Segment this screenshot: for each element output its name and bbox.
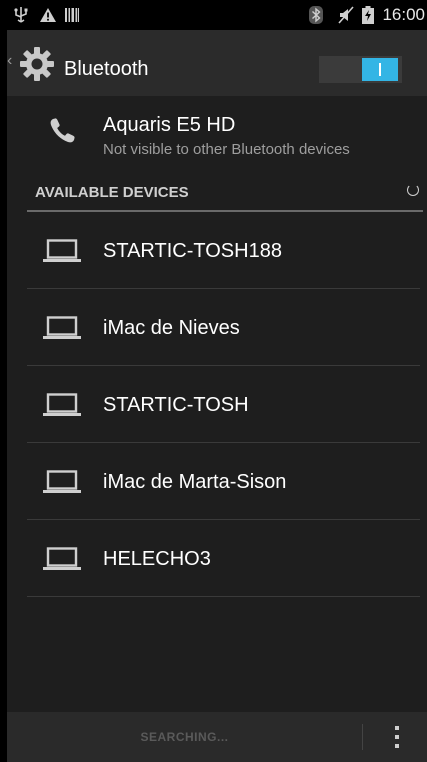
- barcode-icon: [65, 0, 79, 30]
- clock: 16:00: [382, 5, 425, 24]
- device-name: STARTIC-TOSH: [103, 394, 249, 416]
- searching-button[interactable]: SEARCHING...: [7, 712, 362, 762]
- phone-screen: 16:00 ‹ Bluetooth Aquaris E5 HD Not visi…: [0, 0, 427, 762]
- available-devices-header: AVAILABLE DEVICES: [27, 178, 423, 212]
- back-chevron-icon[interactable]: ‹: [7, 52, 12, 70]
- laptop-icon: [43, 547, 81, 570]
- device-list: STARTIC-TOSH188 iMac de Nieves STARTIC-T…: [7, 212, 427, 597]
- bluetooth-icon: [309, 0, 323, 30]
- action-bar: ‹ Bluetooth: [7, 30, 427, 96]
- laptop-icon: [43, 393, 81, 416]
- section-label: AVAILABLE DEVICES: [35, 184, 189, 201]
- warning-icon: [39, 0, 57, 30]
- battery-charging-icon: [362, 0, 374, 30]
- divider: [362, 724, 363, 750]
- status-bar: 16:00: [7, 0, 427, 30]
- phone-icon: [50, 118, 75, 143]
- device-name: iMac de Nieves: [103, 317, 240, 339]
- toggle-knob: [362, 58, 398, 81]
- device-name: STARTIC-TOSH188: [103, 240, 282, 262]
- settings-window: 16:00 ‹ Bluetooth Aquaris E5 HD Not visi…: [7, 0, 427, 762]
- device-row[interactable]: iMac de Nieves: [7, 289, 427, 366]
- usb-icon: [13, 0, 29, 30]
- own-device-visibility: Not visible to other Bluetooth devices: [103, 141, 350, 158]
- overflow-menu-icon[interactable]: [393, 726, 401, 750]
- laptop-icon: [43, 239, 81, 262]
- bottom-action-bar: SEARCHING...: [7, 712, 427, 762]
- device-row[interactable]: iMac de Marta-Sison: [7, 443, 427, 520]
- device-row[interactable]: STARTIC-TOSH188: [7, 212, 427, 289]
- own-device-row[interactable]: Aquaris E5 HD Not visible to other Bluet…: [7, 96, 427, 168]
- laptop-icon: [43, 316, 81, 339]
- device-row[interactable]: HELECHO3: [7, 520, 427, 597]
- page-title: Bluetooth: [64, 58, 149, 80]
- device-row[interactable]: STARTIC-TOSH: [7, 366, 427, 443]
- device-name: iMac de Marta-Sison: [103, 471, 287, 493]
- bluetooth-toggle[interactable]: [319, 56, 402, 83]
- divider: [27, 596, 420, 597]
- laptop-icon: [43, 470, 81, 493]
- settings-gear-icon[interactable]: [19, 46, 55, 82]
- own-device-name: Aquaris E5 HD: [103, 114, 236, 136]
- scanning-spinner-icon: [407, 184, 419, 196]
- device-name: HELECHO3: [103, 548, 211, 570]
- mute-icon: [337, 0, 355, 30]
